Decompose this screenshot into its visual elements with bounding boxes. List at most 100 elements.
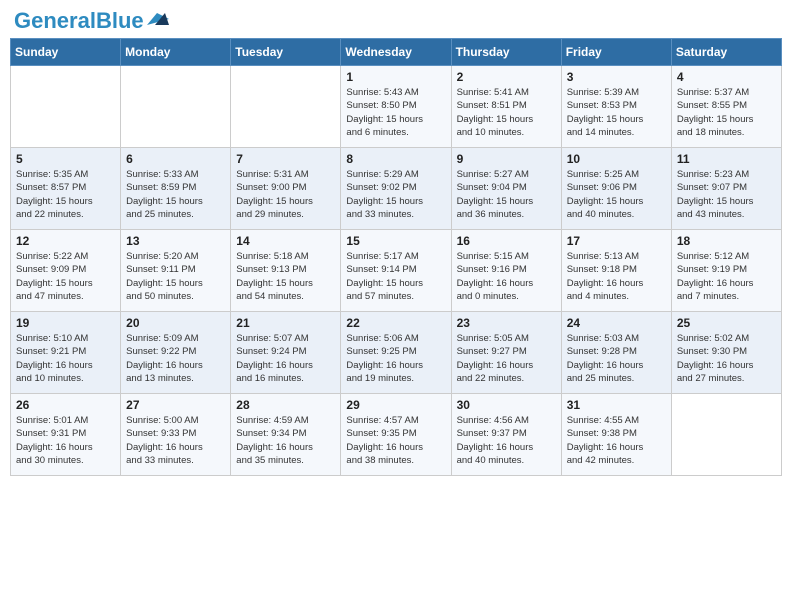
calendar-cell: 8 Sunrise: 5:29 AMSunset: 9:02 PMDaylight… xyxy=(341,148,451,230)
day-info: Sunrise: 5:18 AMSunset: 9:13 PMDaylight:… xyxy=(236,250,335,303)
day-info: Sunrise: 4:57 AMSunset: 9:35 PMDaylight:… xyxy=(346,414,445,467)
header-saturday: Saturday xyxy=(671,39,781,66)
day-number: 29 xyxy=(346,398,445,412)
calendar-header-row: SundayMondayTuesdayWednesdayThursdayFrid… xyxy=(11,39,782,66)
day-info: Sunrise: 5:02 AMSunset: 9:30 PMDaylight:… xyxy=(677,332,776,385)
calendar-cell: 17Sunrise: 5:13 AMSunset: 9:18 PMDayligh… xyxy=(561,230,671,312)
day-info: Sunrise: 5:29 AMSunset: 9:02 PMDaylight:… xyxy=(346,168,445,221)
day-info: Sunrise: 5:20 AMSunset: 9:11 PMDaylight:… xyxy=(126,250,225,303)
day-info: Sunrise: 5:05 AMSunset: 9:27 PMDaylight:… xyxy=(457,332,556,385)
day-info: Sunrise: 5:37 AMSunset: 8:55 PMDaylight:… xyxy=(677,86,776,139)
day-number: 7 xyxy=(236,152,335,166)
calendar-cell: 23 Sunrise: 5:05 AMSunset: 9:27 PMDayligh… xyxy=(451,312,561,394)
day-number: 28 xyxy=(236,398,335,412)
calendar-cell: 29 Sunrise: 4:57 AMSunset: 9:35 PMDayligh… xyxy=(341,394,451,476)
day-number: 9 xyxy=(457,152,556,166)
calendar-cell: 26 Sunrise: 5:01 AMSunset: 9:31 PMDayligh… xyxy=(11,394,121,476)
day-info: Sunrise: 5:33 AMSunset: 8:59 PMDaylight:… xyxy=(126,168,225,221)
day-info: Sunrise: 5:06 AMSunset: 9:25 PMDaylight:… xyxy=(346,332,445,385)
day-number: 5 xyxy=(16,152,115,166)
day-number: 24 xyxy=(567,316,666,330)
calendar-cell: 28 Sunrise: 4:59 AMSunset: 9:34 PMDayligh… xyxy=(231,394,341,476)
calendar-cell xyxy=(231,66,341,148)
calendar-cell xyxy=(121,66,231,148)
calendar-cell: 4Sunrise: 5:37 AMSunset: 8:55 PMDaylight… xyxy=(671,66,781,148)
day-info: Sunrise: 5:09 AMSunset: 9:22 PMDaylight:… xyxy=(126,332,225,385)
calendar-cell: 13 Sunrise: 5:20 AMSunset: 9:11 PMDayligh… xyxy=(121,230,231,312)
day-number: 27 xyxy=(126,398,225,412)
week-row-2: 5 Sunrise: 5:35 AMSunset: 8:57 PMDaylight… xyxy=(11,148,782,230)
day-info: Sunrise: 5:03 AMSunset: 9:28 PMDaylight:… xyxy=(567,332,666,385)
day-number: 12 xyxy=(16,234,115,248)
day-info: Sunrise: 5:23 AMSunset: 9:07 PMDaylight:… xyxy=(677,168,776,221)
calendar-cell xyxy=(11,66,121,148)
calendar-cell: 27Sunrise: 5:00 AMSunset: 9:33 PMDayligh… xyxy=(121,394,231,476)
day-number: 3 xyxy=(567,70,666,84)
calendar-cell: 12 Sunrise: 5:22 AMSunset: 9:09 PMDayligh… xyxy=(11,230,121,312)
calendar-cell: 3 Sunrise: 5:39 AMSunset: 8:53 PMDaylight… xyxy=(561,66,671,148)
header-friday: Friday xyxy=(561,39,671,66)
day-number: 23 xyxy=(457,316,556,330)
calendar-cell: 1 Sunrise: 5:43 AMSunset: 8:50 PMDaylight… xyxy=(341,66,451,148)
day-number: 14 xyxy=(236,234,335,248)
week-row-1: 1 Sunrise: 5:43 AMSunset: 8:50 PMDaylight… xyxy=(11,66,782,148)
day-info: Sunrise: 5:15 AMSunset: 9:16 PMDaylight:… xyxy=(457,250,556,303)
day-number: 15 xyxy=(346,234,445,248)
calendar-cell: 31 Sunrise: 4:55 AMSunset: 9:38 PMDayligh… xyxy=(561,394,671,476)
day-info: Sunrise: 5:22 AMSunset: 9:09 PMDaylight:… xyxy=(16,250,115,303)
day-number: 10 xyxy=(567,152,666,166)
day-number: 31 xyxy=(567,398,666,412)
logo-icon xyxy=(147,11,169,27)
calendar-table: SundayMondayTuesdayWednesdayThursdayFrid… xyxy=(10,38,782,476)
day-info: Sunrise: 5:39 AMSunset: 8:53 PMDaylight:… xyxy=(567,86,666,139)
calendar-cell: 30Sunrise: 4:56 AMSunset: 9:37 PMDayligh… xyxy=(451,394,561,476)
calendar-cell: 7 Sunrise: 5:31 AMSunset: 9:00 PMDaylight… xyxy=(231,148,341,230)
day-info: Sunrise: 5:07 AMSunset: 9:24 PMDaylight:… xyxy=(236,332,335,385)
day-info: Sunrise: 4:59 AMSunset: 9:34 PMDaylight:… xyxy=(236,414,335,467)
calendar-cell: 21Sunrise: 5:07 AMSunset: 9:24 PMDayligh… xyxy=(231,312,341,394)
calendar-cell: 14 Sunrise: 5:18 AMSunset: 9:13 PMDayligh… xyxy=(231,230,341,312)
calendar-cell: 22 Sunrise: 5:06 AMSunset: 9:25 PMDayligh… xyxy=(341,312,451,394)
day-number: 22 xyxy=(346,316,445,330)
day-number: 11 xyxy=(677,152,776,166)
calendar-cell: 24 Sunrise: 5:03 AMSunset: 9:28 PMDayligh… xyxy=(561,312,671,394)
calendar-cell: 25 Sunrise: 5:02 AMSunset: 9:30 PMDayligh… xyxy=(671,312,781,394)
day-number: 25 xyxy=(677,316,776,330)
week-row-4: 19 Sunrise: 5:10 AMSunset: 9:21 PMDayligh… xyxy=(11,312,782,394)
day-number: 13 xyxy=(126,234,225,248)
day-number: 26 xyxy=(16,398,115,412)
calendar-cell: 2Sunrise: 5:41 AMSunset: 8:51 PMDaylight… xyxy=(451,66,561,148)
calendar-cell xyxy=(671,394,781,476)
page-header: GeneralBlue xyxy=(10,10,782,32)
day-number: 18 xyxy=(677,234,776,248)
week-row-3: 12 Sunrise: 5:22 AMSunset: 9:09 PMDayligh… xyxy=(11,230,782,312)
calendar-cell: 10 Sunrise: 5:25 AMSunset: 9:06 PMDayligh… xyxy=(561,148,671,230)
day-info: Sunrise: 5:10 AMSunset: 9:21 PMDaylight:… xyxy=(16,332,115,385)
logo: GeneralBlue xyxy=(14,10,169,32)
day-number: 30 xyxy=(457,398,556,412)
day-number: 20 xyxy=(126,316,225,330)
week-row-5: 26 Sunrise: 5:01 AMSunset: 9:31 PMDayligh… xyxy=(11,394,782,476)
day-info: Sunrise: 4:55 AMSunset: 9:38 PMDaylight:… xyxy=(567,414,666,467)
day-info: Sunrise: 5:13 AMSunset: 9:18 PMDaylight:… xyxy=(567,250,666,303)
day-info: Sunrise: 5:31 AMSunset: 9:00 PMDaylight:… xyxy=(236,168,335,221)
day-number: 8 xyxy=(346,152,445,166)
calendar-cell: 15 Sunrise: 5:17 AMSunset: 9:14 PMDayligh… xyxy=(341,230,451,312)
day-info: Sunrise: 5:43 AMSunset: 8:50 PMDaylight:… xyxy=(346,86,445,139)
header-wednesday: Wednesday xyxy=(341,39,451,66)
calendar-cell: 18 Sunrise: 5:12 AMSunset: 9:19 PMDayligh… xyxy=(671,230,781,312)
calendar-cell: 5 Sunrise: 5:35 AMSunset: 8:57 PMDaylight… xyxy=(11,148,121,230)
day-number: 16 xyxy=(457,234,556,248)
logo-general: General xyxy=(14,8,96,33)
day-number: 2 xyxy=(457,70,556,84)
calendar-cell: 20 Sunrise: 5:09 AMSunset: 9:22 PMDayligh… xyxy=(121,312,231,394)
day-info: Sunrise: 5:35 AMSunset: 8:57 PMDaylight:… xyxy=(16,168,115,221)
header-monday: Monday xyxy=(121,39,231,66)
day-number: 1 xyxy=(346,70,445,84)
day-number: 19 xyxy=(16,316,115,330)
day-info: Sunrise: 5:27 AMSunset: 9:04 PMDaylight:… xyxy=(457,168,556,221)
day-info: Sunrise: 5:01 AMSunset: 9:31 PMDaylight:… xyxy=(16,414,115,467)
day-info: Sunrise: 5:12 AMSunset: 9:19 PMDaylight:… xyxy=(677,250,776,303)
day-info: Sunrise: 5:25 AMSunset: 9:06 PMDaylight:… xyxy=(567,168,666,221)
day-info: Sunrise: 5:17 AMSunset: 9:14 PMDaylight:… xyxy=(346,250,445,303)
